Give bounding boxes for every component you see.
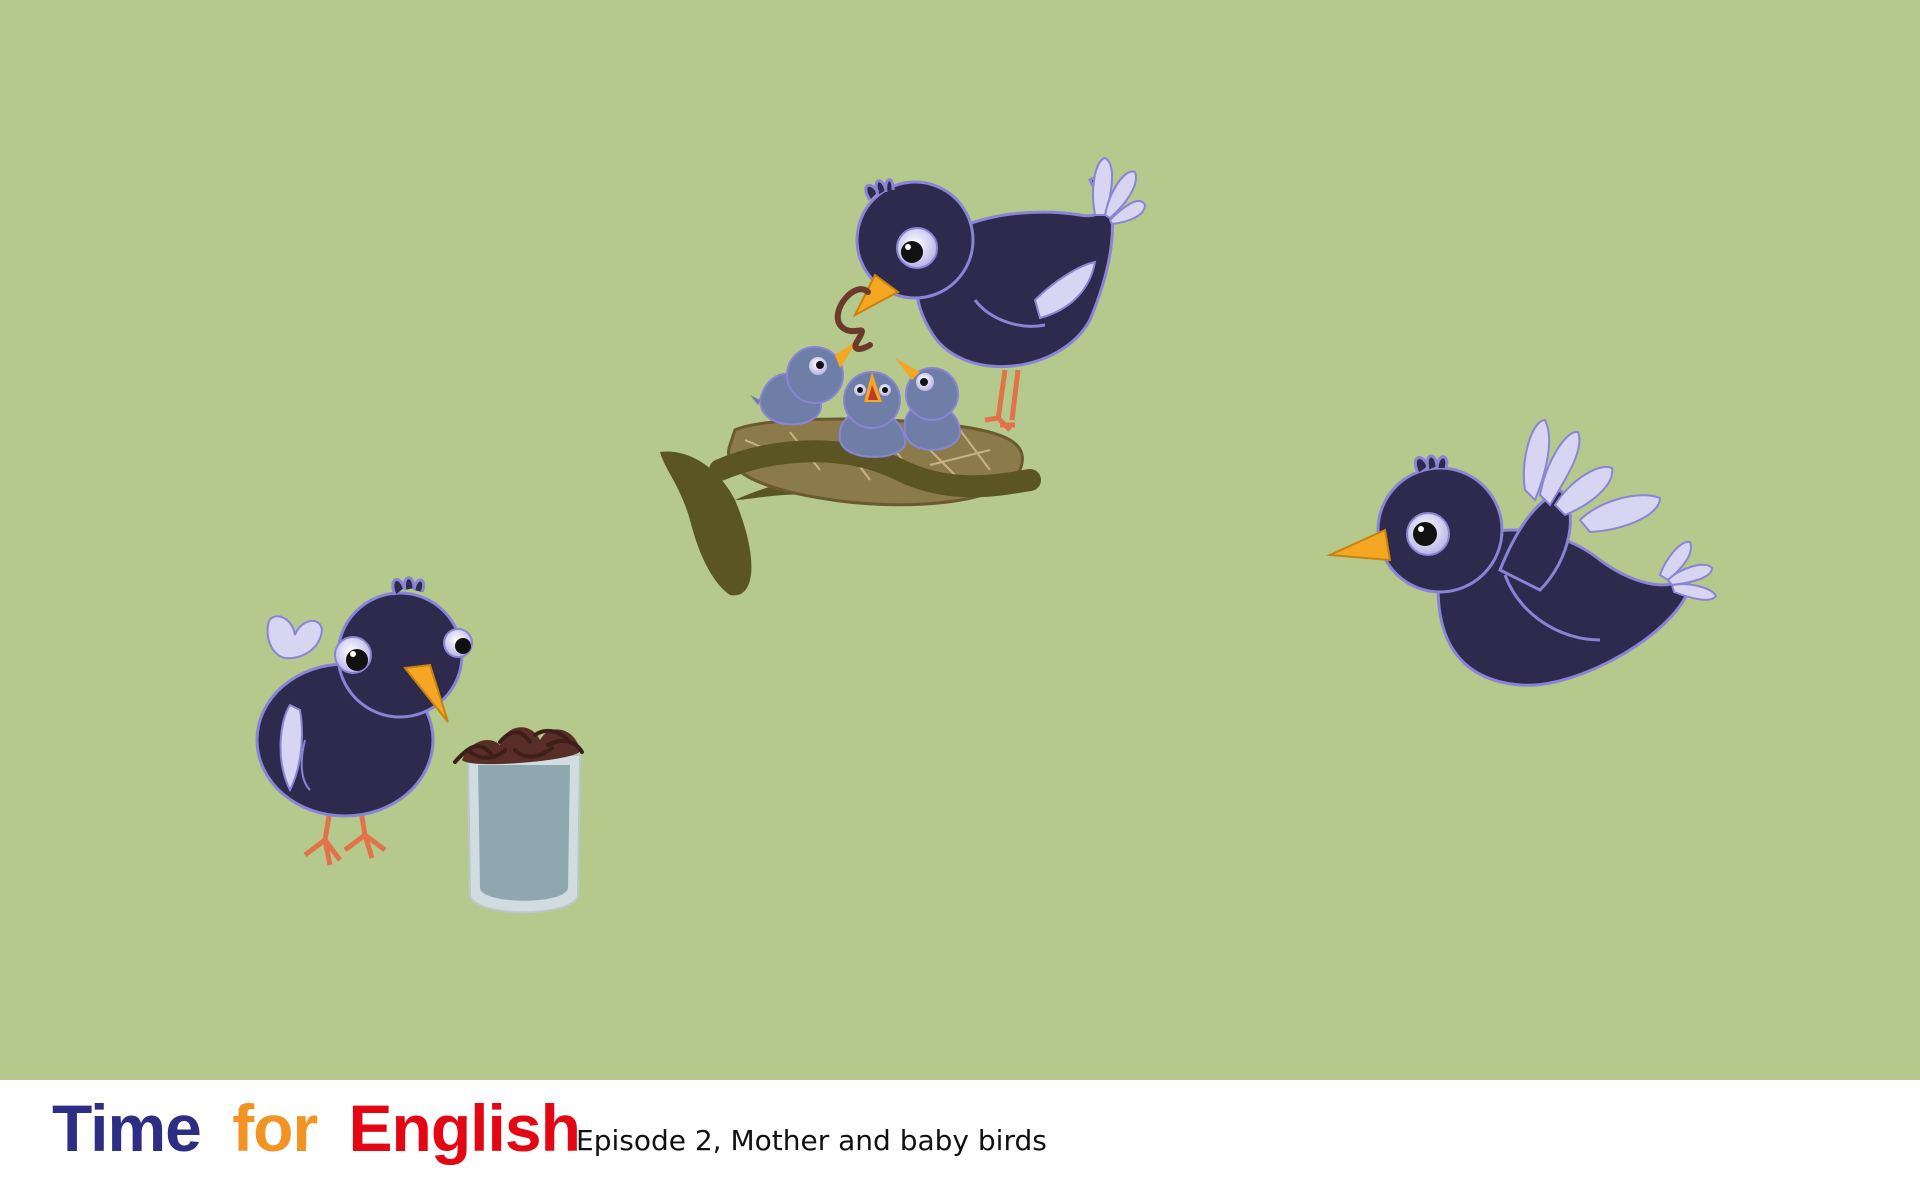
brand-logo: Time for English: [52, 1090, 581, 1166]
worm-jar-icon: [453, 727, 584, 914]
brand-word-time: Time: [52, 1091, 202, 1165]
brand-word-for: for: [232, 1091, 318, 1165]
brand-word-english: English: [348, 1091, 581, 1165]
flying-bird: [1326, 418, 1718, 687]
episode-subtitle: Episode 2, Mother and baby birds: [576, 1124, 1047, 1157]
baby-bird-middle: [838, 371, 907, 458]
scene-svg: [255, 156, 1718, 914]
illustration-scene: [0, 0, 1920, 1080]
baby-bird-left: [750, 340, 858, 426]
standing-bird: [255, 576, 473, 866]
